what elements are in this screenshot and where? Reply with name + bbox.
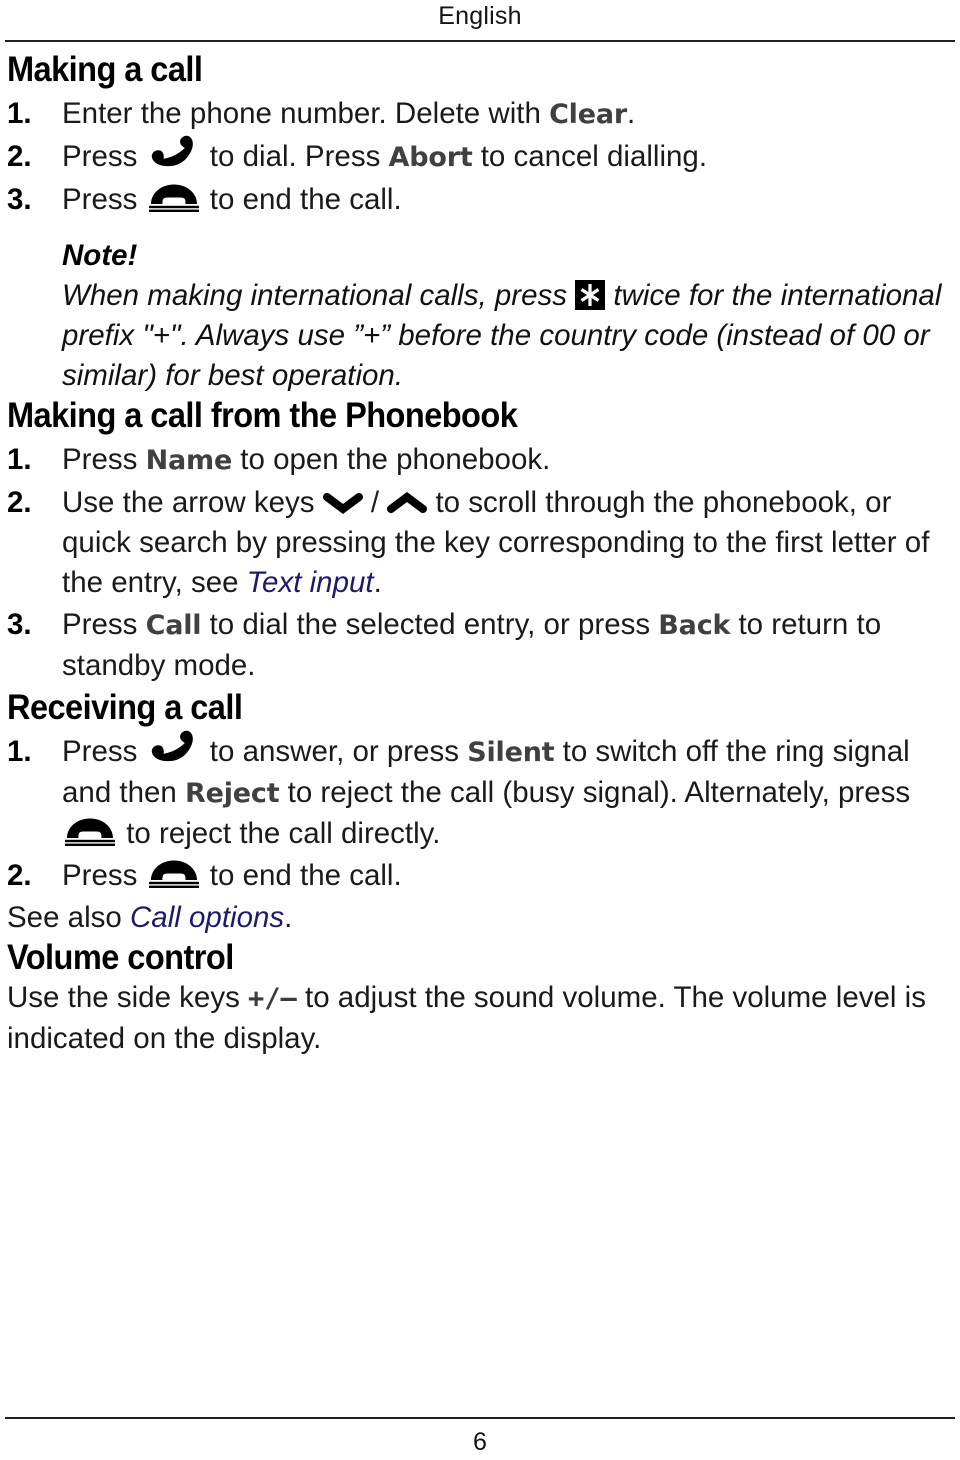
numbered-step: 1. Enter the phone number. Delete with Cl…: [7, 94, 955, 135]
handset-offhook-icon: [146, 730, 202, 765]
handset-oncradle-icon: [146, 183, 202, 213]
cross-reference-link[interactable]: Text input: [247, 566, 374, 599]
softkey-label: Clear: [549, 99, 627, 130]
section-heading-making-a-call: Making a call: [7, 50, 203, 89]
page-content: Making a call 1. Enter the phone number. …: [7, 50, 955, 1059]
step-number: 2.: [7, 140, 32, 173]
step-text: Press to end the call.: [62, 859, 402, 892]
manual-page: English Making a call 1. Enter the phone …: [0, 0, 960, 1460]
softkey-label: Abort: [388, 142, 473, 173]
step-number: 1.: [7, 97, 32, 130]
steps-receiving-a-call: 1. Press to answer, or press Silent to sw…: [7, 730, 955, 896]
section-heading-receiving-a-call: Receiving a call: [7, 688, 243, 727]
numbered-step: 1. Press Name to open the phonebook.: [7, 440, 955, 481]
footer-rule: [5, 1417, 955, 1419]
softkey-label: Call: [145, 610, 202, 641]
numbered-step: 2. Use the arrow keys / to scroll through…: [7, 483, 955, 603]
step-number: 3.: [7, 608, 32, 641]
steps-making-a-call: 1. Enter the phone number. Delete with Cl…: [7, 94, 955, 220]
cross-reference-link[interactable]: Call options: [130, 901, 284, 934]
step-text: Enter the phone number. Delete with Clea…: [62, 97, 636, 130]
numbered-step: 1. Press to answer, or press Silent to sw…: [7, 730, 955, 854]
note-label: Note!: [62, 239, 138, 272]
numbered-step: 3. Press Call to dial the selected entry,…: [7, 605, 955, 686]
handset-oncradle-icon: [62, 817, 118, 847]
step-number: 1.: [7, 443, 32, 476]
step-text: Press to end the call.: [62, 183, 402, 216]
step-number: 3.: [7, 183, 32, 216]
star-key-icon: [575, 280, 606, 310]
chevron-down-icon: [322, 492, 363, 514]
note-text: When making international calls, press t…: [62, 279, 942, 392]
side-key-label: +/–: [248, 983, 297, 1014]
softkey-label: Reject: [185, 778, 280, 809]
steps-phonebook: 1. Press Name to open the phonebook. 2. Use…: [7, 440, 955, 686]
softkey-label: Back: [658, 610, 731, 641]
page-number: 6: [473, 1428, 487, 1456]
step-text: Press Call to dial the selected entry, o…: [62, 608, 882, 682]
section-heading-volume-control: Volume control: [7, 938, 234, 977]
step-text: Press to dial. Press Abort to cancel dia…: [62, 135, 707, 173]
softkey-label: Name: [145, 445, 233, 476]
handset-oncradle-icon: [146, 859, 202, 889]
step-number: 1.: [7, 735, 32, 768]
see-also-line: See also Call options.: [7, 901, 293, 934]
numbered-step: 2. Press to dial. Press Abort to cancel d…: [7, 135, 955, 178]
numbered-step: 3. Press to end the call.: [7, 180, 955, 220]
step-number: 2.: [7, 486, 32, 519]
note-block: Note! When making international calls, p…: [7, 236, 955, 396]
numbered-step: 2. Press to end the call.: [7, 856, 955, 896]
header-rule: [5, 40, 955, 42]
step-text: Use the arrow keys / to scroll through t…: [62, 486, 930, 599]
step-number: 2.: [7, 859, 32, 892]
chevron-up-icon: [387, 492, 428, 514]
step-text: Press Name to open the phonebook.: [62, 443, 551, 476]
handset-offhook-icon: [146, 135, 202, 170]
step-text: Press to answer, or press Silent to swit…: [62, 730, 910, 850]
section-heading-making-a-call-from-the-phonebook: Making a call from the Phonebook: [7, 396, 518, 435]
volume-control-body: Use the side keys +/– to adjust the soun…: [7, 981, 926, 1055]
running-head-language: English: [438, 2, 522, 30]
softkey-label: Silent: [467, 737, 555, 768]
